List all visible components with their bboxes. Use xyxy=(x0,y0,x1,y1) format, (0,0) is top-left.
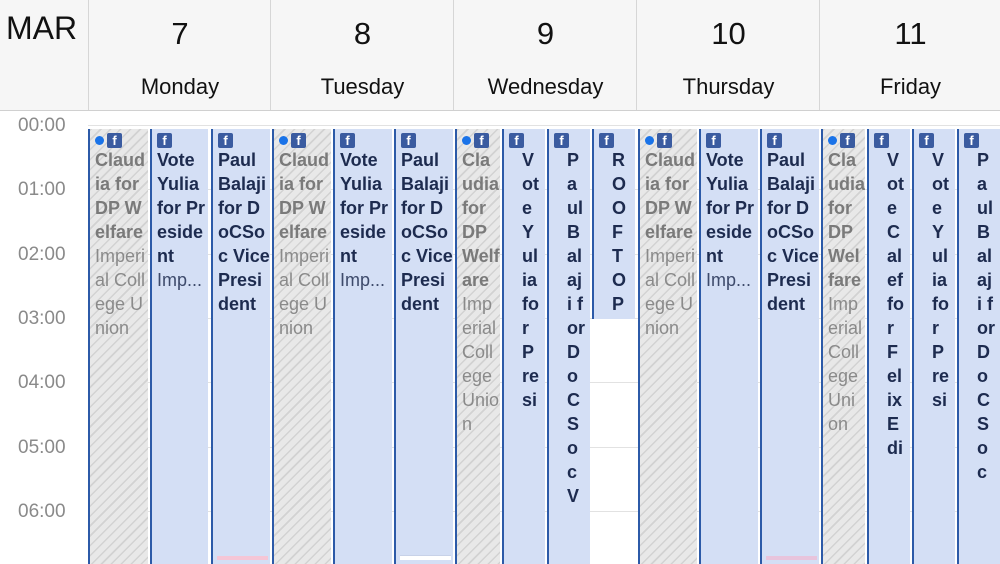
event-location: Imperial College Union xyxy=(95,246,146,338)
event-vote-yulia-wednesday[interactable]: f Vote Yulia for Presi xyxy=(502,129,545,564)
event-title: ROOFTOP xyxy=(612,150,627,314)
facebook-icon: f xyxy=(218,132,233,148)
event-title: Claudia for DP Welfare xyxy=(279,150,330,242)
facebook-icon: f xyxy=(401,132,416,148)
status-dot-icon xyxy=(279,135,288,145)
event-title: Paul Balaji for DoCSoc Vice President xyxy=(767,150,819,314)
day-name: Monday xyxy=(140,74,220,99)
event-title: Vote Yulia for Presi xyxy=(522,150,540,410)
event-location: Imperial College Union xyxy=(279,246,330,338)
day-number: 11 xyxy=(894,16,927,51)
facebook-icon: f xyxy=(657,132,672,148)
event-title: Claudia for DP Welfare xyxy=(828,150,865,290)
time-label: 02:00 xyxy=(18,244,66,265)
facebook-icon: f xyxy=(554,132,569,148)
event-vote-yulia-tuesday[interactable]: f Vote Yulia for President Imp... xyxy=(333,129,392,564)
time-label: 01:00 xyxy=(18,179,66,200)
time-label: 00:00 xyxy=(18,115,66,136)
event-claudia-monday[interactable]: f Claudia for DP Welfare Imperial Colleg… xyxy=(88,129,148,564)
time-label: 04:00 xyxy=(18,372,66,393)
event-paul-balaji-wednesday[interactable]: f Paul Balaji for DoCSoc V xyxy=(547,129,590,564)
hour-line xyxy=(88,125,1000,126)
day-header-thursday[interactable]: 10 Thursday xyxy=(636,0,820,110)
event-paul-balaji-monday[interactable]: f Paul Balaji for DoCSoc Vice President xyxy=(211,129,270,564)
facebook-icon: f xyxy=(474,132,489,148)
day-number: 8 xyxy=(353,16,372,51)
day-header-wednesday[interactable]: 9 Wednesday xyxy=(453,0,637,110)
facebook-icon: f xyxy=(840,132,855,148)
event-strip xyxy=(217,556,268,560)
event-claudia-thursday[interactable]: f Claudia for DP Welfare Imperial Colleg… xyxy=(638,129,697,564)
event-title: Claudia for DP Welfare xyxy=(462,150,500,290)
day-name: Thursday xyxy=(682,74,775,99)
day-number: 10 xyxy=(711,16,746,51)
facebook-icon: f xyxy=(706,132,721,148)
facebook-icon: f xyxy=(919,132,934,148)
event-vote-yulia-thursday[interactable]: f Vote Yulia for President Imp... xyxy=(699,129,758,564)
event-title: Paul Balaji for DoCSoc xyxy=(977,150,995,482)
event-title: Vote Yulia for President xyxy=(340,150,389,266)
event-location: Imperial College Union xyxy=(462,294,500,434)
event-vote-calef-friday[interactable]: f Vote Calef for Felix Edi xyxy=(867,129,910,564)
time-label: 05:00 xyxy=(18,437,66,458)
day-name: Friday xyxy=(879,74,942,99)
event-location: Imp... xyxy=(340,270,386,290)
event-location: Imperial College Union xyxy=(828,294,863,434)
facebook-icon: f xyxy=(340,132,355,148)
event-title: Claudia for DP Welfare xyxy=(95,150,146,242)
event-title: Vote Calef for Felix Edi xyxy=(887,150,904,458)
event-title: Vote Yulia for President xyxy=(706,150,755,266)
day-number: 9 xyxy=(536,16,555,51)
calendar-header: MAR 7 Monday 8 Tuesday 9 Wednesday 10 Th… xyxy=(0,0,1000,111)
facebook-icon: f xyxy=(874,132,889,148)
status-dot-icon xyxy=(828,135,837,145)
event-claudia-wednesday[interactable]: f Claudia for DP Welfare Imperial Colleg… xyxy=(455,129,500,564)
day-header-friday[interactable]: 11 Friday xyxy=(819,0,1000,110)
event-paul-balaji-friday[interactable]: f Paul Balaji for DoCSoc xyxy=(957,129,1000,564)
event-title: Paul Balaji for DoCSoc Vice President xyxy=(218,150,270,314)
time-label: 03:00 xyxy=(18,308,66,329)
day-number: 7 xyxy=(171,16,189,51)
status-dot-icon xyxy=(95,135,104,145)
status-dot-icon xyxy=(462,135,471,145)
day-header-tuesday[interactable]: 8 Tuesday xyxy=(270,0,454,110)
day-name: Tuesday xyxy=(320,74,405,99)
event-rooftop-wednesday[interactable]: f ROOFTOP xyxy=(592,129,635,319)
event-title: Vote Yulia for Presi xyxy=(932,150,950,410)
facebook-icon: f xyxy=(599,132,614,148)
facebook-icon: f xyxy=(767,132,782,148)
time-label: 06:00 xyxy=(18,501,66,522)
event-paul-balaji-thursday[interactable]: f Paul Balaji for DoCSoc Vice President xyxy=(760,129,819,564)
event-vote-yulia-friday[interactable]: f Vote Yulia for Presi xyxy=(912,129,955,564)
facebook-icon: f xyxy=(291,132,306,148)
event-title: Paul Balaji for DoCSoc Vice President xyxy=(401,150,453,314)
facebook-icon: f xyxy=(107,132,122,148)
event-vote-yulia-monday[interactable]: f Vote Yulia for President Imp... xyxy=(150,129,208,564)
facebook-icon: f xyxy=(509,132,524,148)
status-dot-icon xyxy=(645,135,654,145)
day-name: Wednesday xyxy=(487,74,604,99)
event-location: Imp... xyxy=(706,270,752,290)
month-label: MAR xyxy=(6,10,78,46)
event-title: Vote Yulia for President xyxy=(157,150,206,266)
facebook-icon: f xyxy=(157,132,172,148)
event-location: Imperial College Union xyxy=(645,246,696,338)
event-location: Imp... xyxy=(157,270,203,290)
event-title: Claudia for DP Welfare xyxy=(645,150,696,242)
calendar-grid[interactable]: 00:00 01:00 02:00 03:00 04:00 05:00 06:0… xyxy=(0,111,1000,564)
event-strip xyxy=(400,555,451,560)
event-claudia-friday[interactable]: f Claudia for DP Welfare Imperial Colleg… xyxy=(821,129,865,564)
day-header-monday[interactable]: 7 Monday xyxy=(88,0,271,110)
event-strip xyxy=(766,556,817,560)
event-title: Paul Balaji for DoCSoc V xyxy=(567,150,585,506)
facebook-icon: f xyxy=(964,132,979,148)
event-claudia-tuesday[interactable]: f Claudia for DP Welfare Imperial Colleg… xyxy=(272,129,331,564)
event-paul-balaji-tuesday[interactable]: f Paul Balaji for DoCSoc Vice President xyxy=(394,129,453,564)
